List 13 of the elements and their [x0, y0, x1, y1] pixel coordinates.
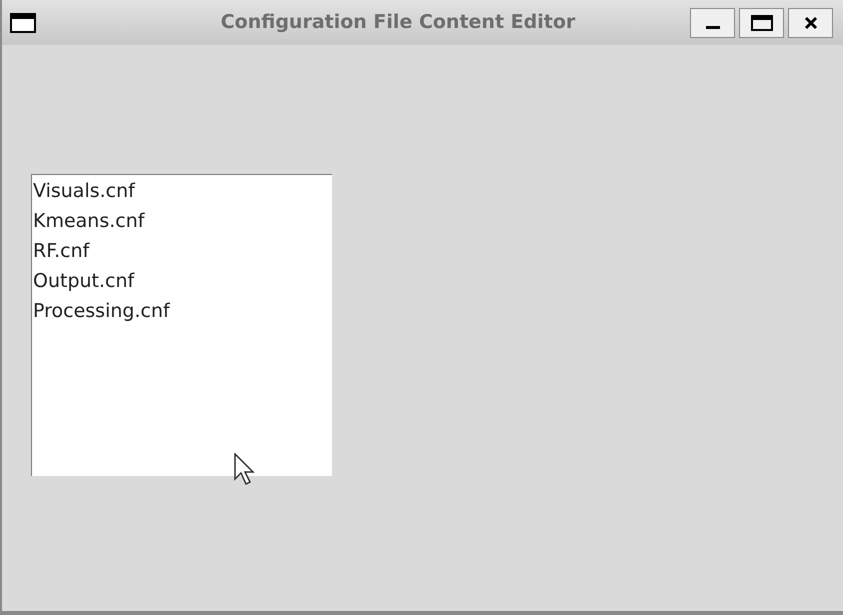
file-list-item[interactable]: RF.cnf: [32, 236, 332, 266]
file-list-item[interactable]: Visuals.cnf: [32, 176, 332, 206]
file-list-item[interactable]: Processing.cnf: [32, 296, 332, 326]
file-list-item[interactable]: Output.cnf: [32, 266, 332, 296]
minimize-icon: [706, 26, 720, 28]
window-menu-icon[interactable]: [10, 12, 36, 32]
close-icon: [804, 16, 818, 30]
file-list-item[interactable]: Kmeans.cnf: [32, 206, 332, 236]
maximize-icon: [750, 14, 772, 30]
minimize-button[interactable]: [690, 8, 735, 38]
window-title: Configuration File Content Editor: [220, 10, 576, 36]
close-button[interactable]: [788, 8, 833, 38]
maximize-button[interactable]: [739, 8, 784, 38]
